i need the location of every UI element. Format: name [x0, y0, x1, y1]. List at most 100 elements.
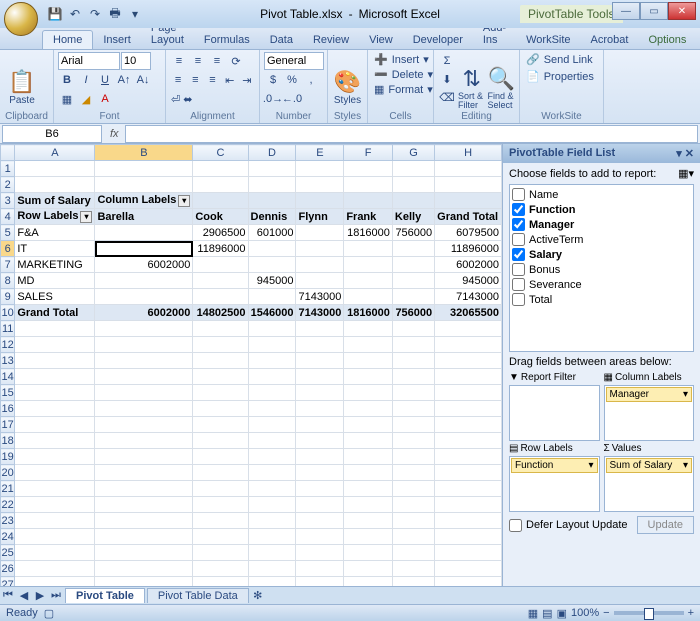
cell-D27[interactable]	[248, 577, 296, 587]
cell-D21[interactable]	[248, 481, 296, 497]
macro-record-icon[interactable]: ▢	[44, 607, 54, 620]
cell-F10[interactable]: 1816000	[344, 305, 393, 321]
tab-home[interactable]: Home	[42, 30, 93, 49]
dec-decimal-button[interactable]: ←.0	[283, 90, 301, 108]
cell-E12[interactable]	[296, 337, 344, 353]
fill-color-button[interactable]: ◢	[77, 90, 95, 108]
cell-E27[interactable]	[296, 577, 344, 587]
cell-C25[interactable]	[193, 545, 248, 561]
bold-button[interactable]: B	[58, 71, 76, 89]
cell-F22[interactable]	[344, 497, 393, 513]
cell-G21[interactable]	[392, 481, 434, 497]
cell-C21[interactable]	[193, 481, 248, 497]
cell-C22[interactable]	[193, 497, 248, 513]
column-header-F[interactable]: F	[344, 145, 393, 161]
tab-options[interactable]: Options	[638, 31, 696, 49]
cell-C2[interactable]	[193, 177, 248, 193]
cell-H10[interactable]: 32065500	[435, 305, 502, 321]
save-icon[interactable]: 💾	[46, 5, 64, 23]
cell-C3[interactable]	[193, 193, 248, 209]
cell-D10[interactable]: 1546000	[248, 305, 296, 321]
cell-H26[interactable]	[435, 561, 502, 577]
cell-G12[interactable]	[392, 337, 434, 353]
field-item-name[interactable]: Name	[512, 187, 691, 202]
cell-A24[interactable]	[15, 529, 95, 545]
cell-H5[interactable]: 6079500	[435, 225, 502, 241]
cell-E21[interactable]	[296, 481, 344, 497]
cell-C5[interactable]: 2906500	[193, 225, 248, 241]
font-name-combo[interactable]: Arial	[58, 52, 120, 70]
row-header-11[interactable]: 11	[1, 321, 15, 337]
cell-E10[interactable]: 7143000	[296, 305, 344, 321]
cell-B24[interactable]	[95, 529, 193, 545]
cell-F21[interactable]	[344, 481, 393, 497]
comma-button[interactable]: ,	[302, 71, 320, 89]
cell-B5[interactable]	[95, 225, 193, 241]
cell-E17[interactable]	[296, 417, 344, 433]
cell-H14[interactable]	[435, 369, 502, 385]
cell-B21[interactable]	[95, 481, 193, 497]
row-header-23[interactable]: 23	[1, 513, 15, 529]
cell-E22[interactable]	[296, 497, 344, 513]
view-break-icon[interactable]: ▣	[557, 607, 567, 620]
row-header-1[interactable]: 1	[1, 161, 15, 177]
field-item-total[interactable]: Total	[512, 292, 691, 307]
delete-cells-button[interactable]: ➖Delete ▾	[372, 67, 429, 82]
cell-G5[interactable]: 756000	[392, 225, 434, 241]
cell-A13[interactable]	[15, 353, 95, 369]
cell-B11[interactable]	[95, 321, 193, 337]
cell-E25[interactable]	[296, 545, 344, 561]
cell-A11[interactable]	[15, 321, 95, 337]
border-button[interactable]: ▦	[58, 90, 76, 108]
align-middle-button[interactable]: ≡	[189, 52, 207, 70]
cell-B12[interactable]	[95, 337, 193, 353]
undo-icon[interactable]: ↶	[66, 5, 84, 23]
cell-G2[interactable]	[392, 177, 434, 193]
field-list-layout-icon[interactable]: ▦▾	[678, 167, 694, 180]
row-header-18[interactable]: 18	[1, 433, 15, 449]
inc-decimal-button[interactable]: .0→	[264, 90, 282, 108]
cell-D16[interactable]	[248, 401, 296, 417]
cell-G26[interactable]	[392, 561, 434, 577]
cell-F1[interactable]	[344, 161, 393, 177]
italic-button[interactable]: I	[77, 71, 95, 89]
tab-developer[interactable]: Developer	[403, 31, 473, 49]
cell-F25[interactable]	[344, 545, 393, 561]
sheet-nav-last[interactable]: ⏭	[48, 589, 64, 602]
cell-A10[interactable]: Grand Total	[15, 305, 95, 321]
cell-D8[interactable]: 945000	[248, 273, 296, 289]
cell-F12[interactable]	[344, 337, 393, 353]
cell-G25[interactable]	[392, 545, 434, 561]
cell-B1[interactable]	[95, 161, 193, 177]
area-chip-sum-of-salary[interactable]: Sum of Salary▾	[606, 458, 693, 473]
cell-C14[interactable]	[193, 369, 248, 385]
cell-A22[interactable]	[15, 497, 95, 513]
cell-E6[interactable]	[296, 241, 344, 257]
cell-H9[interactable]: 7143000	[435, 289, 502, 305]
autosum-button[interactable]: Σ	[438, 52, 456, 70]
align-right-button[interactable]: ≡	[204, 71, 220, 89]
cell-B15[interactable]	[95, 385, 193, 401]
name-box[interactable]: B6	[2, 125, 102, 143]
tab-data[interactable]: Data	[260, 31, 303, 49]
view-layout-icon[interactable]: ▤	[542, 607, 552, 620]
cell-A21[interactable]	[15, 481, 95, 497]
cell-H19[interactable]	[435, 449, 502, 465]
cell-D23[interactable]	[248, 513, 296, 529]
cell-D20[interactable]	[248, 465, 296, 481]
view-normal-icon[interactable]: ▦	[528, 607, 538, 620]
sheet-nav-next[interactable]: ▶	[32, 589, 48, 602]
column-labels-dropdown[interactable]: ▾	[178, 195, 190, 207]
cell-B19[interactable]	[95, 449, 193, 465]
cell-C11[interactable]	[193, 321, 248, 337]
cell-B4[interactable]: Barella	[95, 209, 193, 225]
row-header-20[interactable]: 20	[1, 465, 15, 481]
cell-A5[interactable]: F&A	[15, 225, 95, 241]
cell-G6[interactable]	[392, 241, 434, 257]
cell-E7[interactable]	[296, 257, 344, 273]
cell-D7[interactable]	[248, 257, 296, 273]
sheet-tab-active[interactable]: Pivot Table	[65, 588, 145, 603]
cell-H17[interactable]	[435, 417, 502, 433]
row-header-14[interactable]: 14	[1, 369, 15, 385]
cell-A7[interactable]: MARKETING	[15, 257, 95, 273]
